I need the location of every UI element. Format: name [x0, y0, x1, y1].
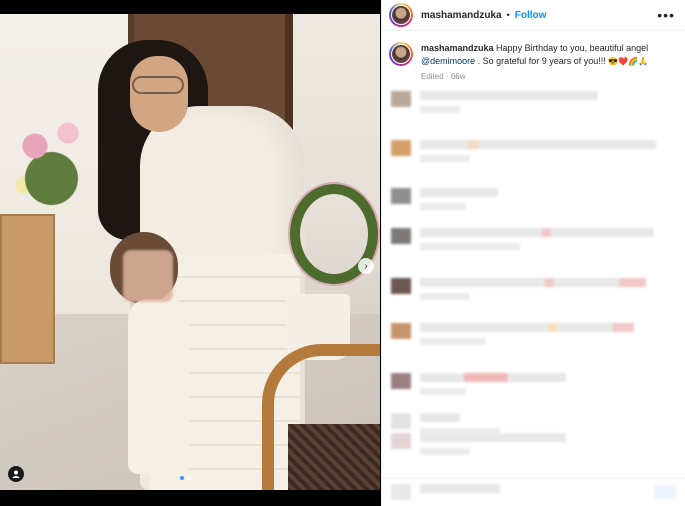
caption-avatar[interactable] — [389, 42, 413, 66]
post-age[interactable]: 66w — [451, 72, 466, 81]
post-header: mashamandzuka • Follow ••• — [382, 0, 685, 31]
carousel-next-icon[interactable]: › — [358, 258, 374, 274]
avatar[interactable] — [389, 3, 413, 27]
carousel-indicator — [180, 476, 191, 480]
post-side-panel: mashamandzuka • Follow ••• mashamandzuka… — [381, 0, 685, 506]
comment-blurred — [391, 188, 498, 210]
photo-flowers — [2, 94, 112, 224]
post-actions-bar — [382, 478, 685, 506]
caption-text-2: . So grateful for 9 years of you!!! — [477, 56, 606, 66]
comment-avatar — [391, 188, 411, 204]
caption-username[interactable]: mashamandzuka — [421, 43, 494, 53]
comment-avatar — [391, 433, 411, 449]
comment-blurred — [391, 433, 566, 455]
header-separator: • — [506, 10, 510, 20]
photo-pane: › — [0, 0, 380, 506]
photo-chair-seat — [288, 424, 380, 490]
carousel-dot — [187, 476, 191, 480]
comment-avatar — [391, 373, 411, 389]
photo-woman-face — [130, 56, 188, 132]
comment-input-blurred[interactable] — [391, 484, 500, 500]
comment-blurred — [391, 413, 500, 435]
comment-blurred — [391, 228, 654, 250]
tagged-user-icon[interactable] — [8, 466, 24, 482]
caption-text-1: Happy Birthday to you, beautiful angel — [496, 43, 649, 53]
post-photo[interactable]: › — [0, 14, 380, 490]
caption-body: mashamandzuka Happy Birthday to you, bea… — [421, 42, 671, 83]
post-caption: mashamandzuka Happy Birthday to you, bea… — [382, 31, 685, 83]
comment-avatar — [391, 323, 411, 339]
caption-meta: Edited · 66w — [421, 72, 466, 81]
comment-blurred — [391, 278, 646, 300]
comment-blurred — [391, 373, 566, 395]
edited-label: Edited — [421, 72, 444, 81]
photo-shelf — [0, 214, 55, 364]
more-options-icon[interactable]: ••• — [657, 7, 675, 23]
follow-button[interactable]: Follow — [515, 10, 547, 21]
comment-avatar — [391, 228, 411, 244]
post-button-blurred[interactable] — [654, 485, 676, 499]
comment-avatar — [391, 140, 411, 156]
caption-emojis: 😎❤️🌈🙏 — [608, 57, 649, 66]
header-username[interactable]: mashamandzuka — [421, 10, 502, 21]
carousel-dot-active — [180, 476, 184, 480]
photo-child-dress — [128, 299, 190, 474]
photo-glasses — [132, 76, 184, 94]
comment-blurred — [391, 91, 598, 113]
caption-mention-link[interactable]: @demimoore — [421, 56, 475, 66]
photo-child-face-blurred — [123, 250, 173, 302]
comment-avatar — [391, 413, 411, 429]
comment-blurred — [391, 140, 656, 162]
comment-avatar — [391, 91, 411, 107]
comment-avatar — [391, 278, 411, 294]
comment-blurred — [391, 323, 634, 345]
